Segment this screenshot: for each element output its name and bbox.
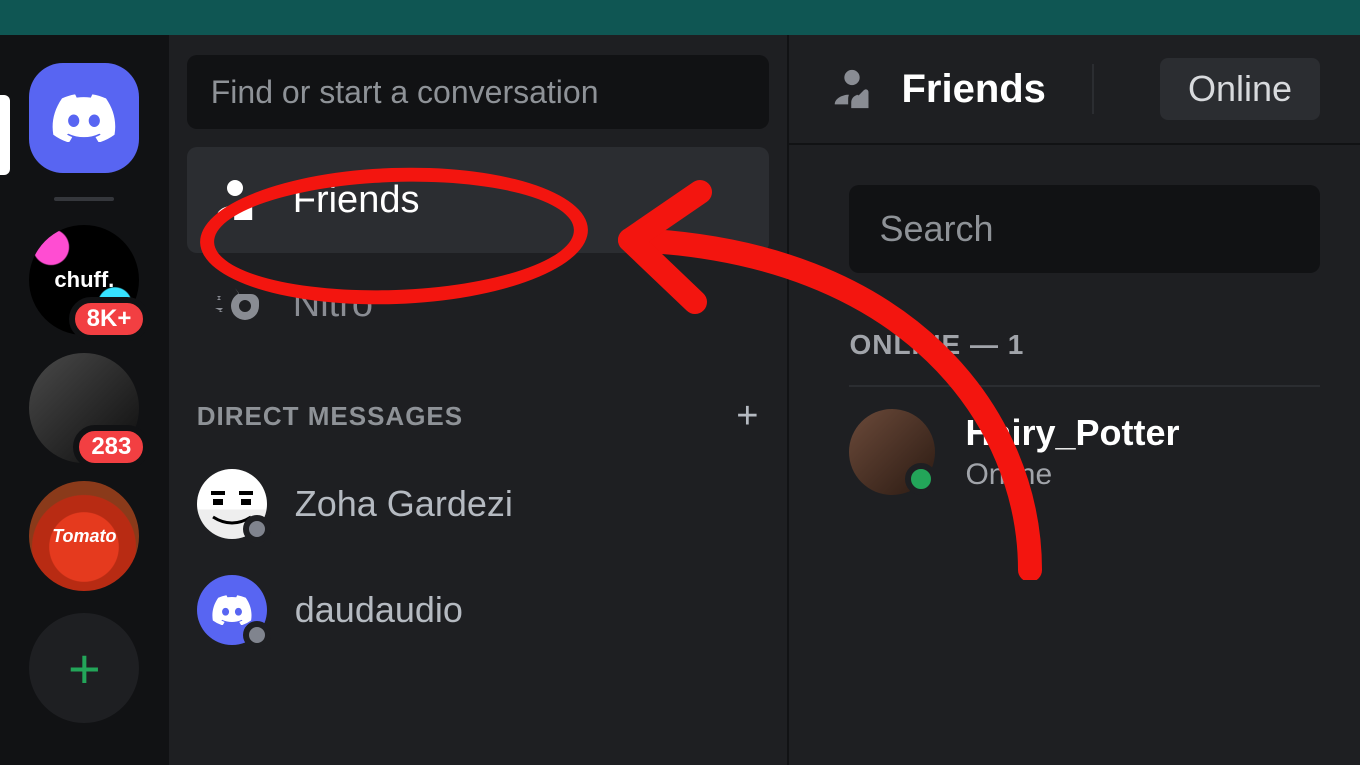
- nitro-nav-item[interactable]: Nitro: [187, 259, 770, 349]
- dm-section-header: DIRECT MESSAGES +: [187, 395, 770, 446]
- plus-icon: +: [68, 636, 101, 701]
- content-header: Friends Online: [789, 35, 1360, 145]
- friend-row[interactable]: Hairy_Potter Online: [849, 387, 1320, 517]
- nitro-icon: [211, 283, 259, 325]
- status-online-icon: [905, 463, 937, 495]
- server-bar: chuff. 8K+ 283 Tomato +: [0, 35, 169, 765]
- avatar: [197, 575, 267, 645]
- page-title: Friends: [901, 67, 1045, 112]
- server-bw-badge: 283: [73, 425, 149, 469]
- discord-icon: [52, 94, 116, 142]
- dm-column: Find or start a conversation Friends Nit…: [169, 35, 790, 765]
- online-section-label: ONLINE — 1: [849, 329, 1320, 387]
- dm-item-daudaudio[interactable]: daudaudio: [187, 562, 770, 658]
- add-server-button[interactable]: +: [29, 613, 139, 723]
- friends-nav-item[interactable]: Friends: [187, 147, 770, 253]
- content-area: Friends Online Search ONLINE — 1 Hairy_P…: [789, 35, 1360, 765]
- dm-item-name: daudaudio: [295, 589, 463, 631]
- server-tomato-label: Tomato: [52, 526, 116, 547]
- create-dm-button[interactable]: +: [736, 395, 759, 438]
- nitro-nav-label: Nitro: [293, 283, 373, 326]
- friend-name: Hairy_Potter: [965, 412, 1179, 454]
- wave-icon: [211, 176, 259, 224]
- friends-search-input[interactable]: Search: [849, 185, 1320, 273]
- server-selection-indicator: [0, 95, 10, 175]
- wave-icon: [829, 66, 875, 112]
- status-offline-icon: [243, 621, 271, 649]
- tab-online[interactable]: Online: [1160, 58, 1320, 120]
- os-topbar: [0, 0, 1360, 35]
- home-button[interactable]: [29, 63, 139, 173]
- server-chuff-badge: 8K+: [69, 297, 150, 341]
- friends-nav-label: Friends: [293, 179, 420, 222]
- server-chuff[interactable]: chuff. 8K+: [29, 225, 139, 335]
- server-bw[interactable]: 283: [29, 353, 139, 463]
- dm-item-name: Zoha Gardezi: [295, 483, 513, 525]
- tab-online-label: Online: [1188, 68, 1292, 109]
- find-conversation-input[interactable]: Find or start a conversation: [187, 55, 770, 129]
- divider: [1092, 64, 1094, 114]
- find-conversation-placeholder: Find or start a conversation: [211, 74, 599, 111]
- dm-item-zoha[interactable]: Zoha Gardezi: [187, 456, 770, 552]
- status-offline-icon: [243, 515, 271, 543]
- avatar: [197, 469, 267, 539]
- server-chuff-label: chuff.: [54, 267, 114, 293]
- friend-status: Online: [965, 458, 1179, 492]
- server-separator: [54, 197, 114, 201]
- avatar: [849, 409, 935, 495]
- dm-section-label: DIRECT MESSAGES: [197, 401, 463, 432]
- friends-search-placeholder: Search: [879, 208, 993, 250]
- server-tomato[interactable]: Tomato: [29, 481, 139, 591]
